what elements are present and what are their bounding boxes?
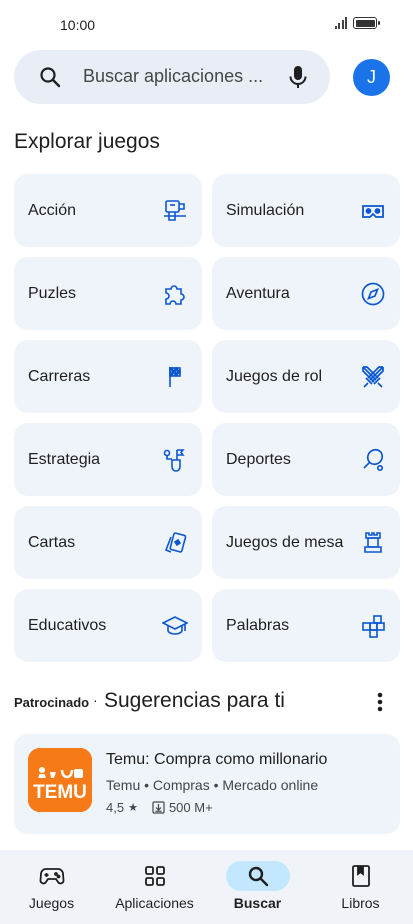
app-logo: TEMU [28,748,92,812]
nav-item-buscar[interactable]: Buscar [206,850,309,924]
download-icon [152,801,165,814]
search-bar[interactable]: Buscar aplicaciones ... [14,50,330,104]
category-carreras[interactable]: Carreras [14,340,202,413]
suggestions-title: Sugerencias para ti [104,689,285,712]
app-name: Temu: Compra como millonario [106,751,328,768]
category-label: Simulación [226,201,305,219]
suggestions-header: Patrocinado · Sugerencias para ti [14,688,400,718]
nav-item-juegos[interactable]: Juegos [0,850,103,924]
category-deportes[interactable]: Deportes [212,423,400,496]
category-label: Cartas [28,533,76,551]
category-label: Juegos de rol [226,367,323,385]
category-accion[interactable]: Acción [14,174,202,247]
separator-dot: · [93,692,98,708]
book-icon [329,861,393,891]
category-juegos-de-mesa[interactable]: Juegos de mesa [212,506,400,579]
app-developer: Temu [106,777,141,793]
category-simulacion[interactable]: Simulación [212,174,400,247]
app-meta: Temu • Compras • Mercado online [106,777,318,793]
mic-icon[interactable] [286,64,310,90]
puzzle-icon [162,281,188,307]
category-label: Educativos [28,616,107,634]
nav-label: Libros [341,895,380,911]
strategy-icon [162,447,188,473]
category-estrategia[interactable]: Estrategia [14,423,202,496]
temu-logo-icon: TEMU [28,748,92,812]
category-label: Aventura [226,284,290,302]
star-icon: ★ [128,802,138,814]
racket-icon [360,447,386,473]
avatar[interactable]: J [353,59,390,96]
category-label: Deportes [226,450,291,468]
category-label: Puzles [28,284,77,302]
nav-item-libros[interactable]: Libros [309,850,412,924]
compass-icon [360,281,386,307]
gamepad-icon [20,861,84,891]
app-tag: Mercado online [222,777,319,793]
app-downloads: 500 M+ [168,800,213,815]
category-juegos-de-rol[interactable]: Juegos de rol [212,340,400,413]
app-card-temu[interactable]: TEMU Temu: Compra como millonario Temu •… [14,734,400,834]
cards-icon [162,530,188,556]
search-icon [40,67,61,88]
meta-separator: • [144,777,153,793]
nav-label: Buscar [233,895,282,911]
checkered-flag-icon [162,364,188,390]
category-label: Acción [28,201,77,219]
apps-grid-icon [123,861,187,891]
crossed-swords-icon [360,364,386,390]
graduation-cap-icon [162,613,188,639]
status-bar: 10:00 [0,0,413,48]
action-icon [162,198,188,224]
category-puzles[interactable]: Puzles [14,257,202,330]
category-educativos[interactable]: Educativos [14,589,202,662]
category-aventura[interactable]: Aventura [212,257,400,330]
status-time: 10:00 [60,17,96,33]
signal-icon [334,17,347,29]
bottom-nav: Juegos Aplicaciones Buscar Libros [0,850,413,924]
word-blocks-icon [360,613,386,639]
app-logo-text: TEMU [33,782,87,803]
more-options-icon[interactable] [374,689,386,715]
vr-headset-icon [360,198,386,224]
search-input[interactable]: Buscar aplicaciones ... [83,66,269,87]
category-palabras[interactable]: Palabras [212,589,400,662]
status-icons [334,17,380,29]
nav-label: Aplicaciones [115,895,194,911]
section-title: Explorar juegos [14,130,160,153]
app-rating: 4,5 [106,800,125,815]
category-label: Carreras [28,367,91,385]
category-label: Estrategia [28,450,101,468]
category-label: Juegos de mesa [226,533,344,551]
sponsored-label: Patrocinado [14,695,90,710]
category-label: Palabras [226,616,290,634]
battery-icon [353,17,380,29]
nav-label: Juegos [28,895,75,911]
search-icon [225,861,290,891]
app-stats: 4,5 ★ 500 M+ [106,800,213,815]
category-cartas[interactable]: Cartas [14,506,202,579]
chess-rook-icon [360,530,386,556]
app-category: Compras [152,777,210,793]
nav-item-aplicaciones[interactable]: Aplicaciones [103,850,206,924]
